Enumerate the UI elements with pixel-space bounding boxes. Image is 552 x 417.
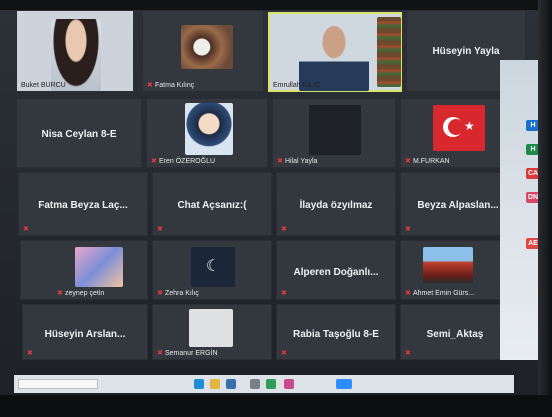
participant-name-tag: ✖ Ahmet Emin Gürs... [405, 289, 475, 298]
mic-muted-icon: ✖ [281, 226, 287, 233]
mic-muted-icon: ✖ [23, 226, 29, 233]
participant-name-tag: ✖ [23, 226, 29, 233]
participant-tile[interactable]: Chat Açsanız:( ✖ [152, 172, 272, 236]
bookshelf [377, 17, 401, 87]
participant-tile[interactable]: Nisa Ceylan 8-E [16, 98, 142, 168]
participant-name: Emrullah KILIÇ [273, 82, 321, 89]
profile-image [189, 309, 233, 347]
participant-grid: Buket BURCU ✖ Fatma Kılınç Emrullah KILIÇ… [6, 10, 526, 365]
mic-muted-icon: ✖ [157, 289, 163, 297]
monitor-bezel-bottom [0, 395, 552, 417]
participant-name: İlayda özyılmaz [299, 200, 373, 212]
participant-name-tag: ✖ [405, 350, 411, 357]
participant-tile[interactable]: Beyza Alpaslan... ✖ [400, 172, 516, 236]
participant-tile[interactable]: Fatma Beyza Laç... ✖ [18, 172, 148, 236]
participant-name-tag: ✖ [281, 290, 287, 297]
profile-image [185, 103, 233, 155]
profile-image: ☾ [191, 247, 235, 287]
participant-tile[interactable]: ✖ Fatma Kılınç [142, 10, 264, 92]
participant-name: M.FURKAN [413, 158, 450, 165]
screen: Buket BURCU ✖ Fatma Kılınç Emrullah KILIÇ… [0, 0, 552, 417]
star-icon: ★ [464, 119, 475, 133]
store-icon[interactable] [226, 379, 236, 389]
participant-tile[interactable]: ✖ Ahmet Emin Gürs... [400, 240, 514, 300]
zoom-icon[interactable] [336, 379, 352, 389]
participant-video [51, 19, 101, 91]
folder-icon[interactable] [210, 379, 220, 389]
mic-muted-icon: ✖ [157, 226, 163, 233]
profile-image [309, 105, 361, 155]
participant-name: Fatma Kılınç [155, 82, 195, 89]
participant-tile[interactable]: Buket BURCU [16, 10, 134, 92]
participant-tile[interactable]: Rabia Taşoğlu 8-E ✖ [276, 304, 396, 360]
profile-image [181, 25, 233, 69]
participant-name: Hüseyin Yayla [432, 46, 500, 58]
participant-name: Buket BURCU [21, 82, 66, 89]
participant-name: Ahmet Emin Gürs... [413, 290, 475, 297]
profile-image [423, 247, 473, 283]
participant-name-tag: ✖ Hilal Yayla [277, 157, 318, 166]
mic-muted-icon: ✖ [281, 350, 287, 357]
participant-tile[interactable]: ✖ Hilal Yayla [272, 98, 396, 168]
participant-name: Hüseyin Arslan... [44, 328, 126, 340]
participant-tile[interactable]: Semi_Aktaş ✖ [400, 304, 510, 360]
chrome-icon[interactable] [266, 379, 276, 389]
participant-name-tag: Buket BURCU [21, 82, 66, 89]
mic-muted-icon: ✖ [405, 350, 411, 357]
mic-muted-icon: ✖ [147, 81, 153, 89]
edge-icon[interactable] [194, 379, 204, 389]
participant-name-tag: ✖ Zehra Kılıç [157, 289, 199, 298]
participant-tile[interactable]: ✖ Semanur ERGİN [152, 304, 272, 360]
participant-name-tag: ✖ Semanur ERGİN [157, 349, 218, 358]
participant-tile-active-speaker[interactable]: Emrullah KILIÇ [268, 12, 402, 92]
participant-tile[interactable]: İlayda özyılmaz ✖ [276, 172, 396, 236]
participant-name: Semanur ERGİN [165, 350, 218, 357]
mic-muted-icon: ✖ [157, 349, 163, 357]
participant-tile[interactable]: ☾ ✖ Zehra Kılıç [152, 240, 272, 300]
participant-name-tag: ✖ M.FURKAN [405, 157, 450, 166]
mic-muted-icon: ✖ [151, 157, 157, 165]
profile-image [75, 247, 123, 287]
participant-name: Semi_Aktaş [426, 328, 484, 340]
participant-name-tag: ✖ [281, 350, 287, 357]
participant-video [299, 23, 369, 91]
participant-tile[interactable]: Hüseyin Arslan... ✖ [22, 304, 148, 360]
mic-muted-icon: ✖ [281, 290, 287, 297]
crescent-cutout [448, 119, 464, 135]
participant-name-tag: Emrullah KILIÇ [273, 82, 320, 89]
camera-icon[interactable] [250, 379, 260, 389]
participant-name: Chat Açsanız:( [177, 200, 247, 212]
mic-muted-icon: ✖ [57, 289, 63, 297]
participant-name: zeynep çetin [65, 290, 105, 297]
mic-muted-icon: ✖ [277, 157, 283, 165]
turkish-flag-image: ★ [433, 105, 485, 151]
taskbar-search-box[interactable] [18, 379, 98, 389]
mic-muted-icon: ✖ [405, 226, 411, 233]
participant-name: Beyza Alpaslan... [417, 200, 499, 212]
mic-muted-icon: ✖ [405, 289, 411, 297]
mic-muted-icon: ✖ [405, 157, 411, 165]
participant-name-tag: ✖ [405, 226, 411, 233]
participant-name-tag: ✖ [157, 226, 163, 233]
participant-name-tag: ✖ [281, 226, 287, 233]
participant-name: Fatma Beyza Laç... [38, 200, 128, 212]
participant-name-tag: ✖ Fatma Kılınç [147, 81, 195, 90]
monitor-bezel-top [0, 0, 552, 10]
monitor-bezel-right [538, 0, 552, 417]
participant-name-tag: ✖ Eren ÖZEROĞLU [151, 157, 216, 166]
participant-name: Eren ÖZEROĞLU [159, 158, 216, 165]
mic-muted-icon: ✖ [27, 350, 33, 357]
participant-name: Hilal Yayla [285, 158, 318, 165]
participant-name: Rabia Taşoğlu 8-E [293, 328, 379, 340]
participant-name: Zehra Kılıç [165, 290, 199, 297]
participant-name-tag: ✖ zeynep çetin [57, 289, 105, 298]
participant-name-tag: ✖ [27, 350, 33, 357]
participant-name: Nisa Ceylan 8-E [41, 128, 117, 140]
taskbar [14, 375, 514, 393]
app-icon[interactable] [284, 379, 294, 389]
participant-tile[interactable]: ✖ Eren ÖZEROĞLU [146, 98, 268, 168]
participant-tile[interactable]: Alperen Doğanlı... ✖ [276, 240, 396, 300]
participant-tile[interactable]: ✖ zeynep çetin [20, 240, 148, 300]
participant-name: Alperen Doğanlı... [293, 266, 379, 278]
